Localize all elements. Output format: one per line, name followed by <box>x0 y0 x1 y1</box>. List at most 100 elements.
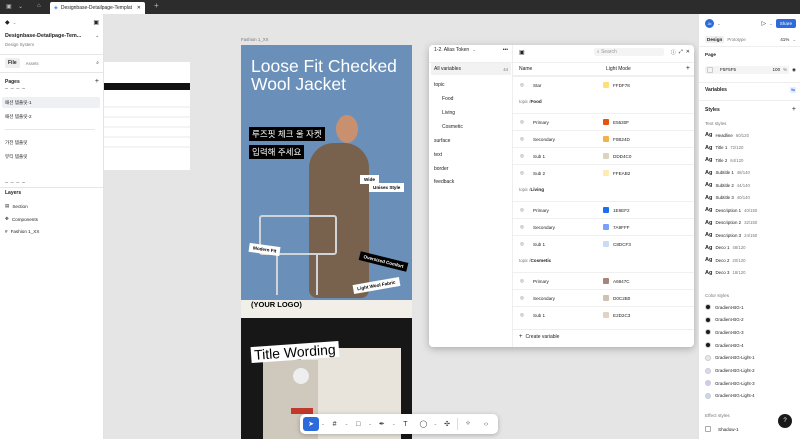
page-item-2[interactable]: 패션 템플릿-2 <box>5 114 99 120</box>
variable-row[interactable]: ◎ Secondary F0B24D <box>513 130 694 147</box>
eye-icon[interactable]: ◉ <box>792 67 796 73</box>
variable-row[interactable]: ◎ Primary 1E6EF2 <box>513 201 694 218</box>
group-border[interactable]: border <box>434 166 508 172</box>
text-tool-icon[interactable]: T <box>397 417 413 431</box>
variable-value[interactable]: 1E6EF2 <box>613 208 630 213</box>
collection-select[interactable]: 1-2. Alias Token ⌄ ••• <box>434 47 508 53</box>
group-cosmetic[interactable]: Cosmetic <box>442 124 508 130</box>
text-style-item[interactable]: Ag Description 1 40/150 <box>705 207 757 213</box>
variable-row[interactable]: ◎ Sub 1 C8DCF3 <box>513 235 694 252</box>
variable-row[interactable]: ◎ Secondary 7A9FFF <box>513 218 694 235</box>
document-tab[interactable]: ◈ Designbase-Detailpage-Templat ✕ <box>50 2 145 14</box>
color-style-item[interactable]: Gradient-BG-Light-2 <box>705 367 755 374</box>
text-style-item[interactable]: Ag Subtitle 3 40/140 <box>705 195 750 201</box>
color-style-item[interactable]: Gradient-BG-3 <box>705 329 744 336</box>
variable-group-header[interactable]: topic / Cosmetic <box>513 252 694 269</box>
panel-toggle-icon[interactable]: ▣ <box>93 19 99 26</box>
tab-prototype[interactable]: Prototype <box>727 37 745 42</box>
zoom-level[interactable]: 41% <box>780 37 789 42</box>
figma-menu-icon[interactable]: ◆ <box>5 19 10 26</box>
new-tab-button[interactable]: + <box>154 1 159 10</box>
help-button[interactable]: ? <box>778 414 792 428</box>
tab-assets[interactable]: Assets <box>26 61 39 66</box>
group-living[interactable]: Living <box>442 110 508 116</box>
file-name[interactable]: Designbase-Detailpage-Tem... ⌄ <box>5 33 99 39</box>
help-icon[interactable]: ⓘ <box>671 49 676 56</box>
code-icon[interactable]: ‹› <box>478 417 494 431</box>
table-frame[interactable] <box>104 62 190 170</box>
variable-value[interactable]: A6847C <box>613 279 630 284</box>
add-style-icon[interactable]: + <box>792 106 796 113</box>
close-icon[interactable]: ✕ <box>686 49 690 55</box>
add-mode-icon[interactable]: + <box>686 65 690 72</box>
variable-value[interactable]: F0B24D <box>613 137 630 142</box>
text-style-item[interactable]: Ag Subtitle 1 48/140 <box>705 170 750 176</box>
layer-section[interactable]: ▤ Section <box>5 203 99 209</box>
frame-tool-icon[interactable]: # <box>327 417 343 431</box>
variable-value[interactable]: E2D2C3 <box>613 313 630 318</box>
hero-frame[interactable]: Loose Fit Checked Wool Jacket 루즈핏 체크 울 자… <box>241 45 412 318</box>
variable-value[interactable]: C8DCF3 <box>613 242 631 247</box>
layer-components[interactable]: ✥ Components <box>5 216 99 222</box>
variable-group-header[interactable]: topic / Living <box>513 181 694 198</box>
variable-value[interactable]: DDD4C0 <box>613 154 631 159</box>
variable-row[interactable]: ◎ Sub 1 DDD4C0 <box>513 147 694 164</box>
comment-tool-icon[interactable]: ◯ <box>415 417 431 431</box>
text-style-item[interactable]: Ag Headline 60/120 <box>705 132 749 138</box>
page-item-1[interactable]: 패션 템플릿-1 <box>5 100 99 106</box>
group-text[interactable]: text <box>434 152 508 158</box>
text-style-item[interactable]: Ag Deco 2 20/120 <box>705 257 746 263</box>
variable-row[interactable]: ◎ Primary A6847C <box>513 272 694 289</box>
home-icon[interactable]: ⌂ <box>37 3 41 9</box>
text-style-item[interactable]: Ag Subtitle 2 44/140 <box>705 182 750 188</box>
page-item-3[interactable]: 가전 템플릿 <box>5 140 99 146</box>
search-input[interactable]: ⌕ Search <box>593 48 664 56</box>
variable-value[interactable]: 7A9FFF <box>613 225 630 230</box>
variable-row[interactable]: ◎ Primary E5530F <box>513 113 694 130</box>
color-style-item[interactable]: Gradient-BG-Light-3 <box>705 380 755 387</box>
text-style-item[interactable]: Ag Description 3 24/150 <box>705 232 757 238</box>
actions-icon[interactable]: ✣ <box>439 417 455 431</box>
create-variable-button[interactable]: + Create variable <box>519 334 690 340</box>
more-icon[interactable]: ••• <box>503 47 508 53</box>
page-item-4[interactable]: 뷰티 템플릿 <box>5 154 99 160</box>
text-style-item[interactable]: Ag Title 2 64/120 <box>705 157 743 163</box>
share-button[interactable]: Share <box>775 19 796 28</box>
group-topic[interactable]: topic <box>434 82 508 88</box>
variable-group-header[interactable]: topic / Food <box>513 93 694 110</box>
layer-fashion[interactable]: # Fashion 1_XX <box>5 229 99 234</box>
sidebar-toggle-icon[interactable]: ▣ <box>519 49 525 56</box>
tab-design[interactable]: Design <box>705 36 725 43</box>
play-icon[interactable]: ▷ <box>762 20 767 27</box>
group-surface[interactable]: surface <box>434 138 508 144</box>
sidebar-toggle-icon[interactable]: ▣ <box>6 3 12 10</box>
chevron-icon[interactable]: ⌄ <box>18 3 23 10</box>
group-food[interactable]: Food <box>442 96 508 102</box>
move-tool-icon[interactable]: ➤ <box>303 417 319 431</box>
close-tab-icon[interactable]: ✕ <box>137 5 141 11</box>
search-icon[interactable]: ⌕ <box>96 60 99 66</box>
tab-file[interactable]: File <box>5 58 20 68</box>
variable-value[interactable]: FFDF78 <box>613 83 630 88</box>
text-style-item[interactable]: Ag Description 2 32/150 <box>705 220 757 226</box>
variable-value[interactable]: E5530F <box>613 120 629 125</box>
variables-settings-icon[interactable]: ⇆ <box>790 87 796 93</box>
group-feedback[interactable]: feedback <box>434 179 508 185</box>
text-style-item[interactable]: Ag Deco 1 48/120 <box>705 245 746 251</box>
variable-row[interactable]: ◎ Sub 2 FFEAB2 <box>513 164 694 181</box>
color-style-item[interactable]: Gradient-BG-Light-4 <box>705 392 755 399</box>
text-style-item[interactable]: Ag Deco 3 18/120 <box>705 270 746 276</box>
dev-mode-icon[interactable]: ⟡ <box>460 417 476 431</box>
text-style-item[interactable]: Ag Title 1 72/120 <box>705 145 743 151</box>
variable-row[interactable]: ◎ Star FFDF78 <box>513 76 694 93</box>
variable-value[interactable]: D0C2B0 <box>613 296 630 301</box>
color-style-item[interactable]: Gradient-BG-2 <box>705 316 744 323</box>
color-style-item[interactable]: Gradient-BG-4 <box>705 342 744 349</box>
color-style-item[interactable]: Gradient-BG-1 <box>705 304 744 310</box>
add-page-icon[interactable]: + <box>95 78 99 85</box>
expand-icon[interactable]: ⤢ <box>679 49 683 55</box>
all-variables[interactable]: All variables 44 <box>434 66 508 72</box>
shape-tool-icon[interactable]: □ <box>350 417 366 431</box>
variable-row[interactable]: ◎ Secondary D0C2B0 <box>513 289 694 306</box>
pen-tool-icon[interactable]: ✒ <box>374 417 390 431</box>
